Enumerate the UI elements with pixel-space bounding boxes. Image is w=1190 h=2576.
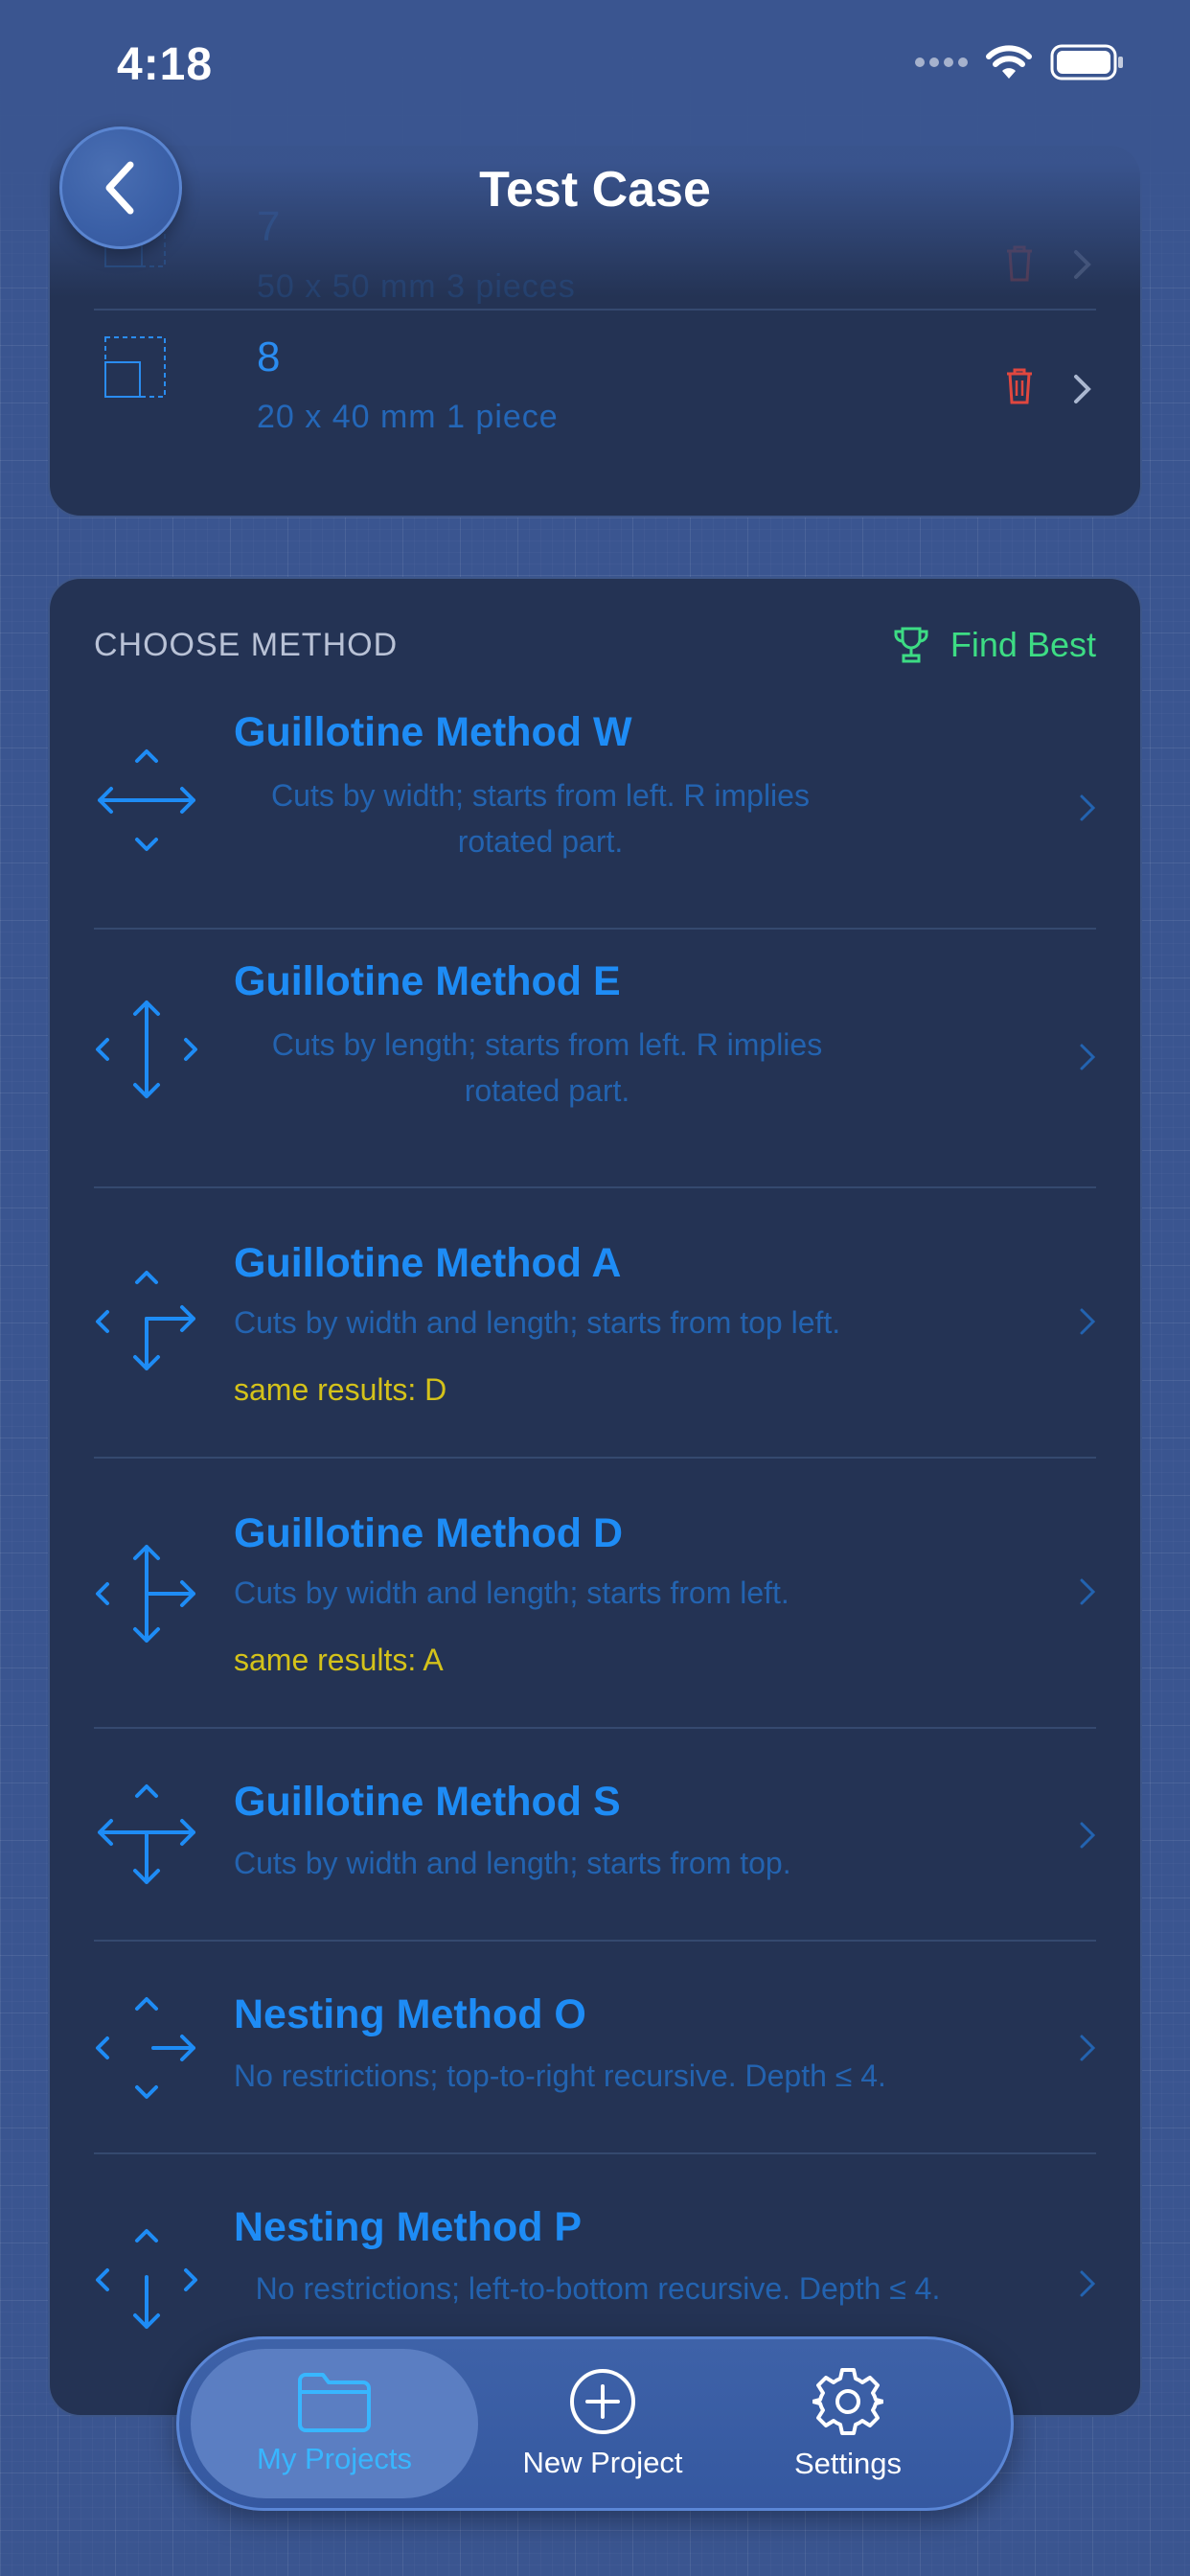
method-title: Guillotine Method E bbox=[234, 958, 621, 1004]
trash-icon[interactable] bbox=[1004, 366, 1035, 404]
piece-dimensions: 20 x 40 mm 1 piece bbox=[257, 399, 559, 435]
piece-row[interactable]: 8 20 x 40 mm 1 piece bbox=[94, 307, 1096, 494]
method-row-s[interactable]: Guillotine Method S Cuts by width and le… bbox=[94, 1729, 1096, 1942]
plus-circle-icon bbox=[570, 2369, 635, 2434]
tab-label: My Projects bbox=[257, 2442, 412, 2475]
same-results-note: same results: A bbox=[234, 1643, 444, 1677]
chevron-right-icon bbox=[1080, 2035, 1096, 2061]
nav-header: Test Case bbox=[0, 125, 1190, 268]
tab-new-project[interactable]: New Project bbox=[488, 2349, 718, 2498]
status-bar: 4:18 bbox=[0, 0, 1190, 125]
cut-left-icon bbox=[96, 1545, 195, 1643]
method-description: Cuts by length; starts from left. R impl… bbox=[271, 1027, 823, 1108]
trophy-icon bbox=[894, 627, 928, 663]
method-description: No restrictions; top-to-right recursive.… bbox=[234, 2058, 886, 2093]
tab-my-projects[interactable]: My Projects bbox=[191, 2349, 478, 2498]
status-time: 4:18 bbox=[117, 39, 214, 90]
find-best-button[interactable]: Find Best bbox=[893, 625, 1096, 665]
cut-width-icon bbox=[98, 749, 195, 851]
method-title: Nesting Method O bbox=[234, 1991, 586, 2037]
tab-label: Settings bbox=[793, 2447, 902, 2480]
method-title: Guillotine Method S bbox=[234, 1779, 621, 1825]
same-results-note: same results: D bbox=[234, 1372, 447, 1407]
chevron-right-icon bbox=[1080, 1044, 1096, 1070]
methods-card: CHOOSE METHOD Find Best Guillotine Metho… bbox=[48, 577, 1142, 2417]
tab-bar: My Projects New Project Settings bbox=[176, 2336, 1014, 2511]
method-title: Guillotine Method A bbox=[234, 1240, 622, 1286]
method-description: No restrictions; left-to-bottom recursiv… bbox=[255, 2271, 941, 2306]
tab-label: New Project bbox=[522, 2446, 683, 2479]
battery-icon bbox=[1050, 44, 1123, 80]
method-title: Guillotine Method W bbox=[234, 709, 632, 755]
method-description: Cuts by width; starts from left. R impli… bbox=[271, 778, 810, 859]
method-row-w[interactable]: Guillotine Method W Cuts by width; start… bbox=[94, 694, 1096, 930]
find-best-label: Find Best bbox=[950, 625, 1096, 664]
piece-name: 8 bbox=[257, 334, 281, 380]
method-title: Guillotine Method D bbox=[234, 1510, 624, 1556]
method-row-o[interactable]: Nesting Method O No restrictions; top-to… bbox=[94, 1942, 1096, 2154]
section-heading: CHOOSE METHOD bbox=[94, 627, 399, 663]
method-description: Cuts by width and length; starts from le… bbox=[234, 1576, 790, 1610]
method-row-a[interactable]: Guillotine Method A Cuts by width and le… bbox=[94, 1188, 1096, 1459]
cut-length-icon bbox=[96, 1000, 197, 1098]
chevron-right-icon bbox=[1080, 2270, 1096, 2297]
chevron-right-icon bbox=[1080, 1578, 1096, 1605]
chevron-right-icon bbox=[1074, 375, 1091, 403]
method-title: Nesting Method P bbox=[234, 2204, 583, 2250]
tab-settings[interactable]: Settings bbox=[733, 2349, 963, 2498]
chevron-right-icon bbox=[1080, 1308, 1096, 1335]
method-row-d[interactable]: Guillotine Method D Cuts by width and le… bbox=[94, 1459, 1096, 1729]
piece-dimensions: 50 x 50 mm 3 pieces bbox=[257, 268, 576, 305]
chevron-right-icon bbox=[1080, 794, 1096, 821]
gear-icon bbox=[812, 2368, 883, 2435]
folder-icon bbox=[298, 2373, 371, 2432]
chevron-right-icon bbox=[1080, 1822, 1096, 1849]
method-description: Cuts by width and length; starts from to… bbox=[234, 1305, 841, 1340]
wifi-icon bbox=[986, 45, 1032, 79]
cut-top-left-icon bbox=[96, 1271, 195, 1370]
cellular-signal-icon bbox=[915, 58, 968, 67]
piece-shape-icon bbox=[104, 336, 166, 398]
nesting-left-bottom-icon bbox=[96, 2229, 197, 2329]
method-description: Cuts by width and length; starts from to… bbox=[234, 1846, 791, 1880]
cut-top-icon bbox=[98, 1784, 195, 1884]
nesting-top-right-icon bbox=[96, 1997, 195, 2099]
status-indicators bbox=[915, 44, 1125, 80]
page-title: Test Case bbox=[479, 162, 711, 218]
method-row-e[interactable]: Guillotine Method E Cuts by length; star… bbox=[94, 932, 1096, 1188]
